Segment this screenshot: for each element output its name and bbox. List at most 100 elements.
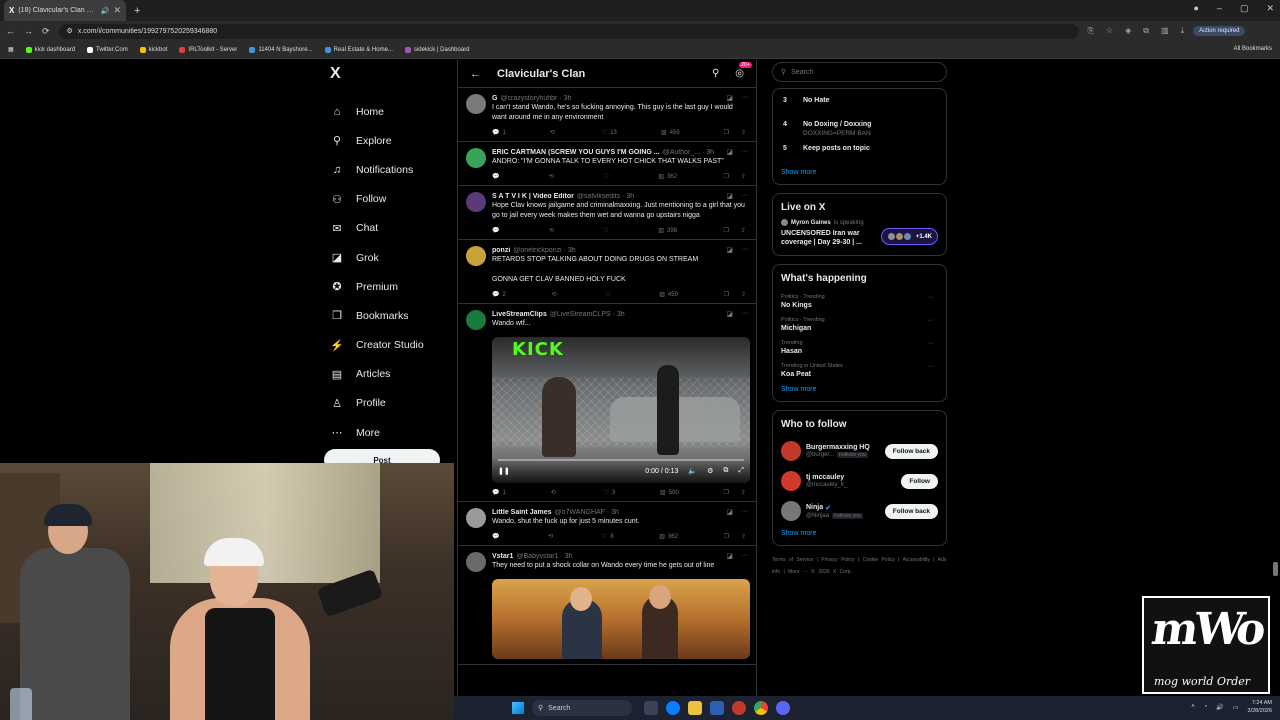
app-icon[interactable] <box>732 701 746 715</box>
volume-icon[interactable]: 🔊 <box>1216 704 1223 711</box>
share-icon[interactable]: ⇪ <box>741 533 746 540</box>
reply-button[interactable]: 💬 <box>492 227 502 234</box>
battery-icon[interactable]: ▭ <box>1233 704 1239 711</box>
tweet[interactable]: G @crazystoryhuhbr · 3h ◪ ··· I can't stand … <box>458 88 756 142</box>
trend-item[interactable]: Trending in United States Koa Peat ··· <box>781 359 938 382</box>
bookmark-item[interactable]: Real Estate & Home... <box>324 46 393 53</box>
nav-item-bookmarks[interactable]: ❒ Bookmarks <box>322 301 452 330</box>
community-notifications-icon[interactable]: ◎ 20+ <box>735 62 752 79</box>
bookmark-item[interactable]: sidekick | Dashboard <box>404 46 470 53</box>
chrome-icon[interactable] <box>754 701 768 715</box>
install-icon[interactable]: ⎘ <box>1088 26 1094 36</box>
bookmark-item[interactable]: kick dashboard <box>25 46 75 53</box>
grok-icon[interactable]: ◪ <box>726 508 733 516</box>
nav-item-creator-studio[interactable]: ⚡ Creator Studio <box>322 331 452 360</box>
more-icon[interactable]: ··· <box>927 294 934 301</box>
tweet-image[interactable] <box>492 579 750 659</box>
trend-item[interactable]: Politics · Trending Michigan ··· <box>781 313 938 336</box>
site-info-icon[interactable]: ⚙ <box>67 27 73 35</box>
follow-button[interactable]: Follow <box>901 473 938 489</box>
more-icon[interactable]: ··· <box>741 192 748 200</box>
bookmark-icon[interactable]: ❒ <box>724 489 729 496</box>
grok-icon[interactable]: ◪ <box>726 310 733 318</box>
reply-button[interactable]: 💬 <box>492 173 502 180</box>
repost-button[interactable]: ⟲ <box>551 291 559 298</box>
windows-start-icon[interactable] <box>512 702 524 714</box>
reply-button[interactable]: 💬 1 <box>492 489 506 497</box>
search-input[interactable]: ⚲ Search <box>772 62 947 82</box>
author-handle[interactable]: @Author_... · 3h <box>663 149 714 156</box>
like-button[interactable]: ♡ 13 <box>602 129 617 137</box>
author-name[interactable]: Vstar1 <box>492 553 513 560</box>
more-icon[interactable]: ··· <box>741 508 748 516</box>
tweet[interactable]: S A T V I K | Video Editor @satviksedits … <box>458 186 756 240</box>
tweet[interactable]: LiveStreamClips @LiveStreamCLPS · 3h ◪ ··· W… <box>458 304 756 502</box>
bookmark-icon[interactable]: ❒ <box>724 129 729 136</box>
views-button[interactable]: ▥ 500 <box>660 489 679 497</box>
puzzle-icon[interactable]: ⧉ <box>1143 26 1149 36</box>
tweet[interactable]: Vstar1 @Babyvstar1 · 3h ◪ ··· They need to p… <box>458 546 756 665</box>
reply-button[interactable]: 💬 2 <box>492 291 506 299</box>
sidepanel-icon[interactable]: ▥ <box>1161 26 1169 36</box>
share-icon[interactable]: ⇪ <box>741 489 746 496</box>
author-handle[interactable]: @o7WANGHAF · 3h <box>555 509 619 516</box>
apps-icon[interactable]: ▦ <box>8 46 14 53</box>
nav-item-more[interactable]: ⋯ More <box>322 418 452 447</box>
community-rule[interactable]: 5 Keep posts on topic <box>781 141 938 165</box>
more-icon[interactable]: ··· <box>741 310 748 318</box>
back-arrow-icon[interactable]: ← <box>470 68 481 80</box>
footer-links[interactable]: Terms of Service | Privacy Policy | Cook… <box>772 554 947 578</box>
author-name[interactable]: G <box>492 95 497 102</box>
close-window-button[interactable]: ✕ <box>1266 3 1274 14</box>
fullscreen-icon[interactable]: ⤢ <box>738 467 744 475</box>
maximize-button[interactable]: ▢ <box>1240 3 1249 14</box>
nav-item-explore[interactable]: ⚲ Explore <box>322 126 452 155</box>
page-scrollbar[interactable] <box>1273 62 1278 692</box>
like-button[interactable]: ♡ <box>603 173 611 180</box>
tweet[interactable]: ponzi @onetrickponzi · 3h ◪ ··· RETARDS STOP… <box>458 240 756 304</box>
avatar[interactable] <box>466 310 486 330</box>
download-icon[interactable]: ⤓ <box>1181 26 1185 36</box>
nav-item-profile[interactable]: ♙ Profile <box>322 389 452 418</box>
network-icon[interactable]: ◔ <box>1204 704 1208 710</box>
avatar[interactable] <box>466 246 486 266</box>
author-name[interactable]: ERIC CARTMAN (SCREW YOU GUYS I'M GOING .… <box>492 149 660 156</box>
repost-button[interactable]: ⟲ <box>548 533 556 540</box>
action-required-button[interactable]: Action required <box>1193 26 1246 36</box>
repost-button[interactable]: ⟲ <box>549 173 557 180</box>
url-field[interactable]: ⚙ x.com/i/communities/199279752025934688… <box>58 23 1079 39</box>
taskbar-search[interactable]: ⚲ Search <box>532 700 632 716</box>
avatar[interactable] <box>466 94 486 114</box>
x-logo-icon[interactable]: X <box>330 65 452 83</box>
avatar[interactable] <box>466 552 486 572</box>
bookmark-icon[interactable]: ❒ <box>724 173 729 180</box>
views-button[interactable]: ▥ 362 <box>659 533 678 541</box>
close-tab-icon[interactable]: ✕ <box>113 5 121 16</box>
follow-button[interactable]: Follow back <box>884 503 938 519</box>
tray-chevron-icon[interactable]: ˄ <box>1191 704 1195 710</box>
grok-icon[interactable]: ◪ <box>726 94 733 102</box>
live-listeners-pill[interactable]: +1.4K <box>880 228 938 245</box>
bookmark-item[interactable]: 11404 N Bayshore... <box>249 46 313 53</box>
like-button[interactable]: ♡ 8 <box>602 533 614 541</box>
author-handle[interactable]: @onetrickponzi · 3h <box>513 247 575 254</box>
rules-show-more-link[interactable]: Show more <box>781 169 938 176</box>
forward-icon[interactable]: → <box>24 26 33 36</box>
community-rule[interactable]: 3 No Hate <box>781 93 938 117</box>
tweet[interactable]: Little Saint James @o7WANGHAF · 3h ◪ ··· Wan… <box>458 502 756 546</box>
trend-item[interactable]: Trending Hasan ··· <box>781 336 938 359</box>
more-icon[interactable]: ··· <box>927 340 934 347</box>
volume-icon[interactable]: 🔈 <box>688 467 697 475</box>
user-name[interactable]: Ninja <box>806 504 823 511</box>
follow-button[interactable]: Follow back <box>884 443 938 459</box>
grok-icon[interactable]: ◪ <box>726 148 733 156</box>
share-icon[interactable]: ⇪ <box>741 227 746 234</box>
nav-item-articles[interactable]: ▤ Articles <box>322 360 452 389</box>
more-icon[interactable]: ··· <box>741 552 748 560</box>
like-button[interactable]: ♡ <box>603 227 611 234</box>
trend-item[interactable]: Politics · Trending No Kings ··· <box>781 290 938 313</box>
more-icon[interactable]: ··· <box>741 148 748 156</box>
views-button[interactable]: ▥ 459 <box>659 291 678 299</box>
more-icon[interactable]: ··· <box>741 94 748 102</box>
edge-icon[interactable] <box>666 701 680 715</box>
